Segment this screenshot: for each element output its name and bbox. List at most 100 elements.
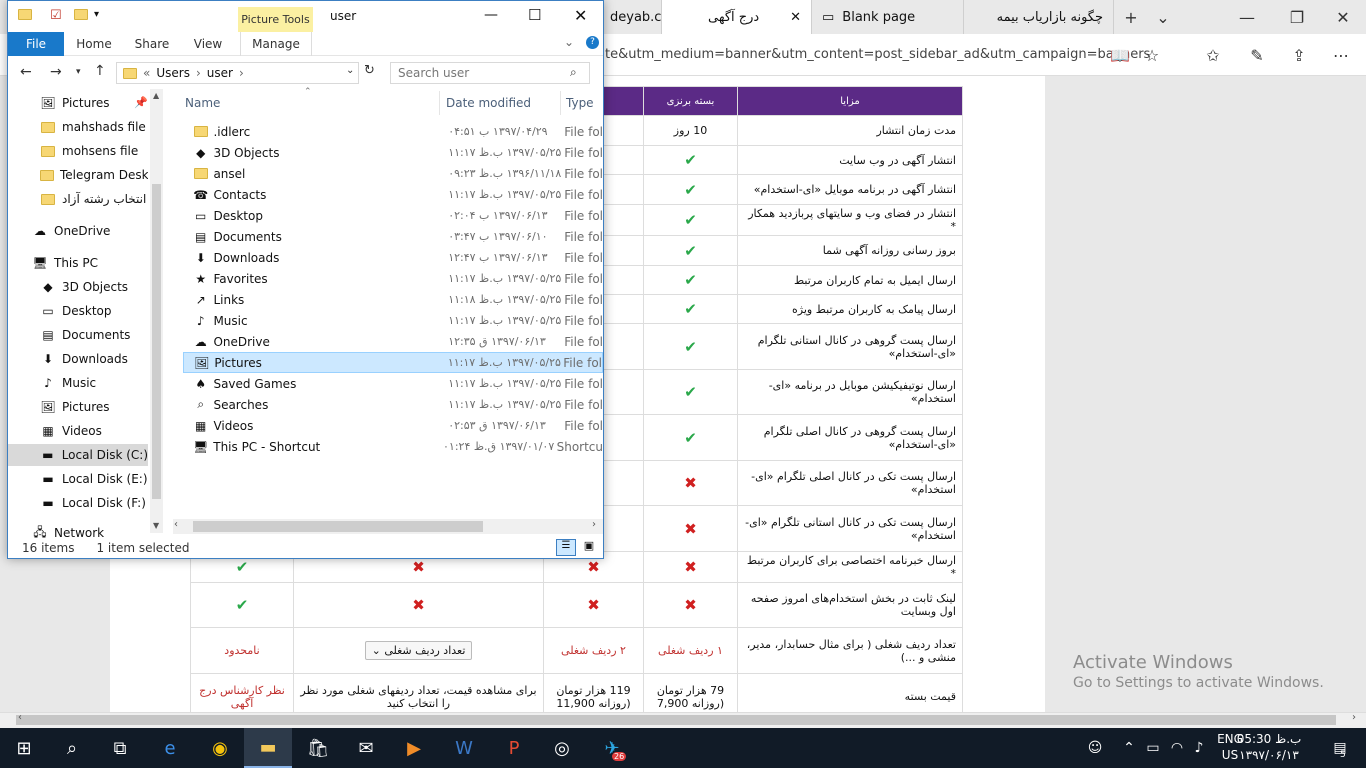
chevron-down-icon[interactable]: ⌄ [1146,0,1180,34]
file-row[interactable]: ☎ Contacts ۱۳۹۷/۰۵/۲۵ ب.ظ ۱۱:۱۷ File fol [183,184,603,205]
breadcrumb-user[interactable]: user [207,66,233,80]
nav-item[interactable]: ▭ Desktop [8,300,148,322]
file-row[interactable]: .idlerc ۱۳۹۷/۰۴/۲۹ ب ۰۴:۵۱ File fol [183,121,603,142]
store-icon[interactable]: 🛍 [294,728,342,768]
tab-view[interactable]: View [184,32,232,56]
breadcrumb-users[interactable]: Users [156,66,190,80]
help-icon[interactable]: ? [586,36,599,49]
recent-locations-icon[interactable]: ▾ [76,67,81,77]
file-row[interactable]: 🖼 Pictures ۱۳۹۷/۰۵/۲۵ ب.ظ ۱۱:۱۷ File fol [183,352,603,373]
media-player-icon[interactable]: ▶ [390,728,438,768]
file-row[interactable]: ▤ Documents ۱۳۹۷/۰۶/۱۰ ب ۰۳:۴۷ File fol [183,226,603,247]
expand-ribbon-icon[interactable]: ⌄ [564,35,574,49]
favorites-hub-icon[interactable]: ✩ [1196,41,1230,69]
back-icon[interactable]: ← [20,64,32,80]
nav-item[interactable]: ▤ Documents [8,324,148,346]
file-row[interactable]: 🖥 This PC - Shortcut ۱۳۹۷/۰۱/۰۷ ق.ظ ۰۱:۲۴ S… [183,436,603,457]
nav-item[interactable]: 🖥 This PC [8,252,148,274]
share-icon[interactable]: ⇪ [1282,41,1316,69]
path-dropdown-icon[interactable]: ⌄ [346,65,354,76]
chrome-icon[interactable]: ◉ [196,728,244,768]
scroll-right-icon[interactable]: › [592,519,596,530]
nav-item[interactable]: mahshads file [8,116,148,138]
nav-item[interactable]: ▦ Videos [8,420,148,442]
search-input[interactable]: Search user [390,62,590,84]
nav-item[interactable]: 🖼 Pictures [8,92,148,114]
word-icon[interactable]: W [440,728,488,768]
file-hscroll-thumb[interactable] [193,521,483,532]
tab-manage[interactable]: Manage [240,32,312,56]
scroll-left-icon[interactable]: ‹ [18,712,22,723]
path-overflow-chevron[interactable]: « [143,66,150,80]
nav-item[interactable]: ▬ Local Disk (F:) [8,492,148,514]
favorite-star-icon[interactable]: ☆ [1135,41,1169,69]
tab-home[interactable]: Home [70,32,118,56]
close-icon[interactable]: ✕ [574,6,587,25]
maximize-icon[interactable]: ☐ [528,6,541,24]
column-name-header[interactable]: Name [185,96,220,114]
nav-item[interactable]: ⬇ Downloads [8,348,148,370]
new-tab-icon[interactable]: + [1114,0,1148,34]
nav-item[interactable]: Telegram Desktc [8,164,148,186]
file-row[interactable]: ansel ۱۳۹۶/۱۱/۱۸ ب.ظ ۰۹:۲۳ File fol [183,163,603,184]
nav-item[interactable]: انتخاب رشته آزاد [8,188,148,210]
battery-icon[interactable]: ▭ [1140,728,1166,768]
up-icon[interactable]: ↑ [94,63,106,79]
camera-icon[interactable]: ◎ [538,728,586,768]
browser-tab-4[interactable]: چگونه بازاریاب بیمه [964,0,1114,34]
task-view-icon[interactable]: ⧉ [96,728,144,768]
search-icon[interactable]: ⌕ [48,728,96,768]
browser-tab-2[interactable]: درج آگهی ✕ [662,0,812,34]
telegram-icon[interactable]: ✈ [588,728,636,768]
nav-scroll-thumb[interactable] [152,184,161,499]
browser-tab-1[interactable]: deyab.cor [600,0,662,34]
forward-icon[interactable]: → [50,64,62,80]
file-row[interactable]: ▦ Videos ۱۳۹۷/۰۶/۱۳ ق ۰۲:۵۳ File fol [183,415,603,436]
more-icon[interactable]: ⋯ [1324,41,1358,69]
job-rows-select[interactable]: تعداد ردیف شغلی ⌄ [364,641,473,660]
file-row[interactable]: ☁ OneDrive ۱۳۹۷/۰۶/۱۳ ق ۱۲:۳۵ File fol [183,331,603,352]
edge-icon[interactable]: e [146,728,194,768]
nav-item[interactable]: ▬ Local Disk (E:) [8,468,148,490]
address-path[interactable]: « Users › user › [116,62,359,84]
scroll-down-icon[interactable]: ▼ [153,521,159,530]
minimize-icon[interactable]: — [484,7,498,23]
clock[interactable]: ب.ظ 05:30 ۱۳۹۷/۰۶/۱۳ [1224,731,1314,765]
pen-icon[interactable]: ✎ [1240,41,1274,69]
people-icon[interactable]: ☺ [1082,728,1108,768]
url-text[interactable]: te&utm_medium=banner&utm_content=post_si… [605,47,1150,62]
properties-icon[interactable]: ☑ [50,8,62,23]
nav-item[interactable]: ▬ Local Disk (C:) [8,444,148,466]
windows-start-icon[interactable]: ⊞ [0,728,48,768]
new-folder-icon[interactable] [74,9,88,23]
action-center-icon[interactable]: ▤ [1326,728,1354,768]
customize-quick-access-icon[interactable]: ▾ [94,9,99,20]
file-row[interactable]: ⬇ Downloads ۱۳۹۷/۰۶/۱۳ ب ۱۲:۴۷ File fol [183,247,603,268]
page-scroll-thumb[interactable] [16,715,1336,725]
restore-icon[interactable]: ❐ [1280,0,1314,34]
details-view-icon[interactable]: ☰ [556,539,576,556]
nav-item[interactable]: ◆ 3D Objects [8,276,148,298]
browser-tab-3[interactable]: ▭ Blank page [812,0,964,34]
volume-icon[interactable]: ♪ [1186,728,1212,768]
close-tab-icon[interactable]: ✕ [790,10,801,25]
tab-share[interactable]: Share [128,32,176,56]
scroll-left-icon[interactable]: ‹ [174,519,178,530]
close-icon[interactable]: ✕ [1326,0,1360,34]
nav-item[interactable]: ☁ OneDrive [8,220,148,242]
large-icons-view-icon[interactable]: ▣ [580,539,598,556]
file-row[interactable]: ⌕ Searches ۱۳۹۷/۰۵/۲۵ ب.ظ ۱۱:۱۷ File fol [183,394,603,415]
mail-icon[interactable]: ✉ [342,728,390,768]
column-type-header[interactable]: Type [566,96,594,114]
file-row[interactable]: ♪ Music ۱۳۹۷/۰۵/۲۵ ب.ظ ۱۱:۱۷ File fol [183,310,603,331]
scroll-up-icon[interactable]: ▲ [153,91,159,100]
scroll-right-icon[interactable]: › [1352,712,1356,723]
file-explorer-icon[interactable]: ▬ [244,728,292,768]
file-row[interactable]: ♠ Saved Games ۱۳۹۷/۰۵/۲۵ ب.ظ ۱۱:۱۷ File fol [183,373,603,394]
column-date-header[interactable]: Date modified [446,96,531,114]
pin-icon[interactable]: 📌 [134,96,148,109]
nav-item[interactable]: ♪ Music [8,372,148,394]
tab-file[interactable]: File [8,32,64,56]
column-divider[interactable] [439,91,440,115]
column-divider[interactable] [560,91,561,115]
